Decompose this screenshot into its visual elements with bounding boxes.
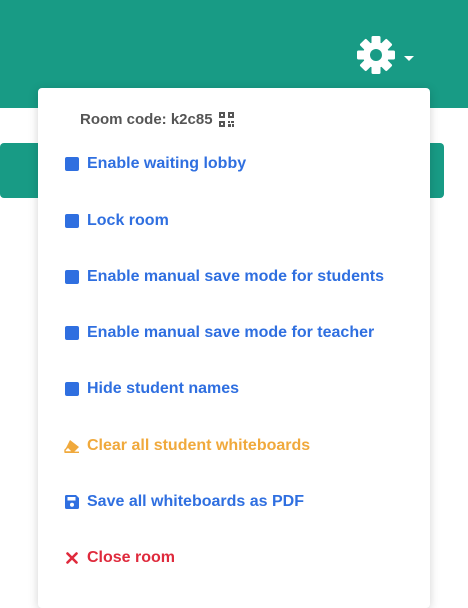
- save-icon: [64, 494, 80, 510]
- menu-item-label: Clear all student whiteboards: [87, 437, 311, 454]
- menu-item-clear-whiteboards[interactable]: Clear all student whiteboards: [64, 433, 310, 459]
- gear-icon: [357, 36, 395, 74]
- room-code-label: Room code: k2c85: [80, 111, 213, 128]
- menu-item-label: Hide student names: [87, 380, 240, 397]
- caret-down-icon: [404, 55, 414, 61]
- menu-item-label: Enable manual save mode for students: [87, 268, 384, 285]
- room-code: Room code: k2c85: [80, 111, 234, 128]
- menu-item-label: Lock room: [87, 212, 169, 229]
- checkbox-icon: [64, 381, 80, 397]
- menu-item-manual-save-teacher[interactable]: Enable manual save mode for teacher: [64, 320, 374, 346]
- menu-item-label: Save all whiteboards as PDF: [87, 493, 304, 510]
- close-icon: [64, 550, 80, 566]
- menu-item-lock-room[interactable]: Lock room: [64, 208, 169, 234]
- menu-item-hide-student-names[interactable]: Hide student names: [64, 376, 239, 402]
- menu-item-close-room[interactable]: Close room: [64, 545, 175, 571]
- menu-item-label: Enable waiting lobby: [87, 155, 247, 172]
- menu-item-save-pdf[interactable]: Save all whiteboards as PDF: [64, 489, 304, 515]
- checkbox-icon: [64, 269, 80, 285]
- menu-item-manual-save-students[interactable]: Enable manual save mode for students: [64, 264, 384, 290]
- menu-item-label: Close room: [87, 549, 176, 566]
- checkbox-icon: [64, 156, 80, 172]
- checkbox-icon: [64, 325, 80, 341]
- settings-dropdown-toggle[interactable]: [356, 33, 428, 77]
- checkbox-icon: [64, 213, 80, 229]
- menu-item-enable-waiting-lobby[interactable]: Enable waiting lobby: [64, 151, 246, 177]
- eraser-icon: [64, 438, 80, 454]
- menu-item-label: Enable manual save mode for teacher: [87, 324, 375, 341]
- qr-code-icon[interactable]: [218, 112, 234, 127]
- settings-dropdown-menu: Room code: k2c85 Enable waiting lobby Lo: [38, 88, 430, 608]
